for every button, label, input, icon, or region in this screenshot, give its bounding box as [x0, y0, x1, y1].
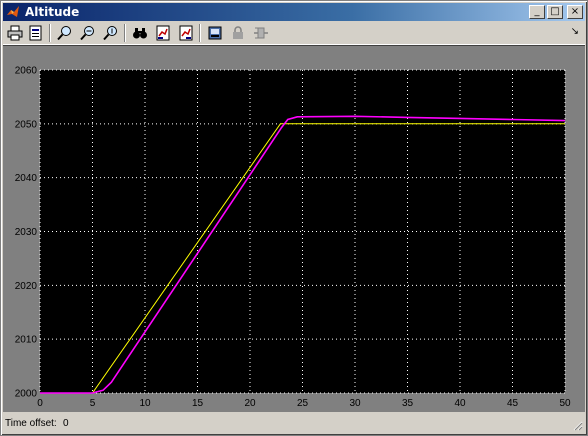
- x-tick-label: 10: [139, 398, 151, 409]
- altitude-plot: 0 5 10 15 20 25 30 35 40 45 50 2000 2010 2020 2030 2040…: [15, 66, 571, 410]
- restore-axes-icon[interactable]: [176, 23, 196, 43]
- x-tick-label: 20: [244, 398, 256, 409]
- x-tick-label: 5: [90, 398, 96, 409]
- x-tick-label: 45: [507, 398, 519, 409]
- signal-selection-icon[interactable]: [251, 23, 271, 43]
- resize-grip-icon[interactable]: [571, 419, 583, 431]
- x-tick-label: 25: [297, 398, 309, 409]
- dock-arrow-icon[interactable]: ↘: [571, 26, 579, 37]
- print-setup-icon[interactable]: [26, 23, 46, 43]
- x-tick-label: 35: [402, 398, 414, 409]
- status-bar: Time offset: 0: [3, 413, 585, 433]
- x-tick-label: 15: [192, 398, 204, 409]
- scope-window: Altitude _ □ × ↘ 0 5 10 15 20 25 30 35 4…: [0, 0, 588, 436]
- y-tick-label: 2050: [15, 119, 38, 130]
- y-tick-label: 2030: [15, 227, 38, 238]
- minimize-button[interactable]: _: [529, 5, 545, 19]
- maximize-button[interactable]: □: [547, 5, 563, 19]
- plot-area: 0 5 10 15 20 25 30 35 40 45 50 2000 2010 2020 2030 2040…: [3, 45, 585, 412]
- title-bar[interactable]: Altitude _ □ ×: [3, 3, 585, 21]
- save-axes-icon[interactable]: [153, 23, 173, 43]
- y-tick-label: 2010: [15, 335, 38, 346]
- window-title: Altitude: [25, 5, 80, 19]
- x-tick-label: 30: [349, 398, 361, 409]
- lock-axes-icon[interactable]: [228, 23, 248, 43]
- matlab-icon: [7, 6, 19, 17]
- x-tick-label: 40: [454, 398, 466, 409]
- time-offset-label: Time offset:: [5, 418, 57, 429]
- y-tick-label: 2020: [15, 281, 38, 292]
- x-tick-label: 50: [559, 398, 571, 409]
- zoom-x-icon[interactable]: [78, 23, 98, 43]
- zoom-y-icon[interactable]: [101, 23, 121, 43]
- y-tick-label: 2000: [15, 389, 38, 400]
- print-icon[interactable]: [5, 23, 25, 43]
- x-tick-label: 0: [37, 398, 43, 409]
- toolbar: ↘: [3, 22, 585, 45]
- autoscale-icon[interactable]: [130, 23, 150, 43]
- scope-params-icon[interactable]: [205, 23, 225, 43]
- y-tick-label: 2040: [15, 173, 38, 184]
- zoom-icon[interactable]: [55, 23, 75, 43]
- close-button[interactable]: ×: [567, 5, 583, 19]
- y-tick-label: 2060: [15, 66, 38, 77]
- time-offset-value: 0: [63, 418, 69, 429]
